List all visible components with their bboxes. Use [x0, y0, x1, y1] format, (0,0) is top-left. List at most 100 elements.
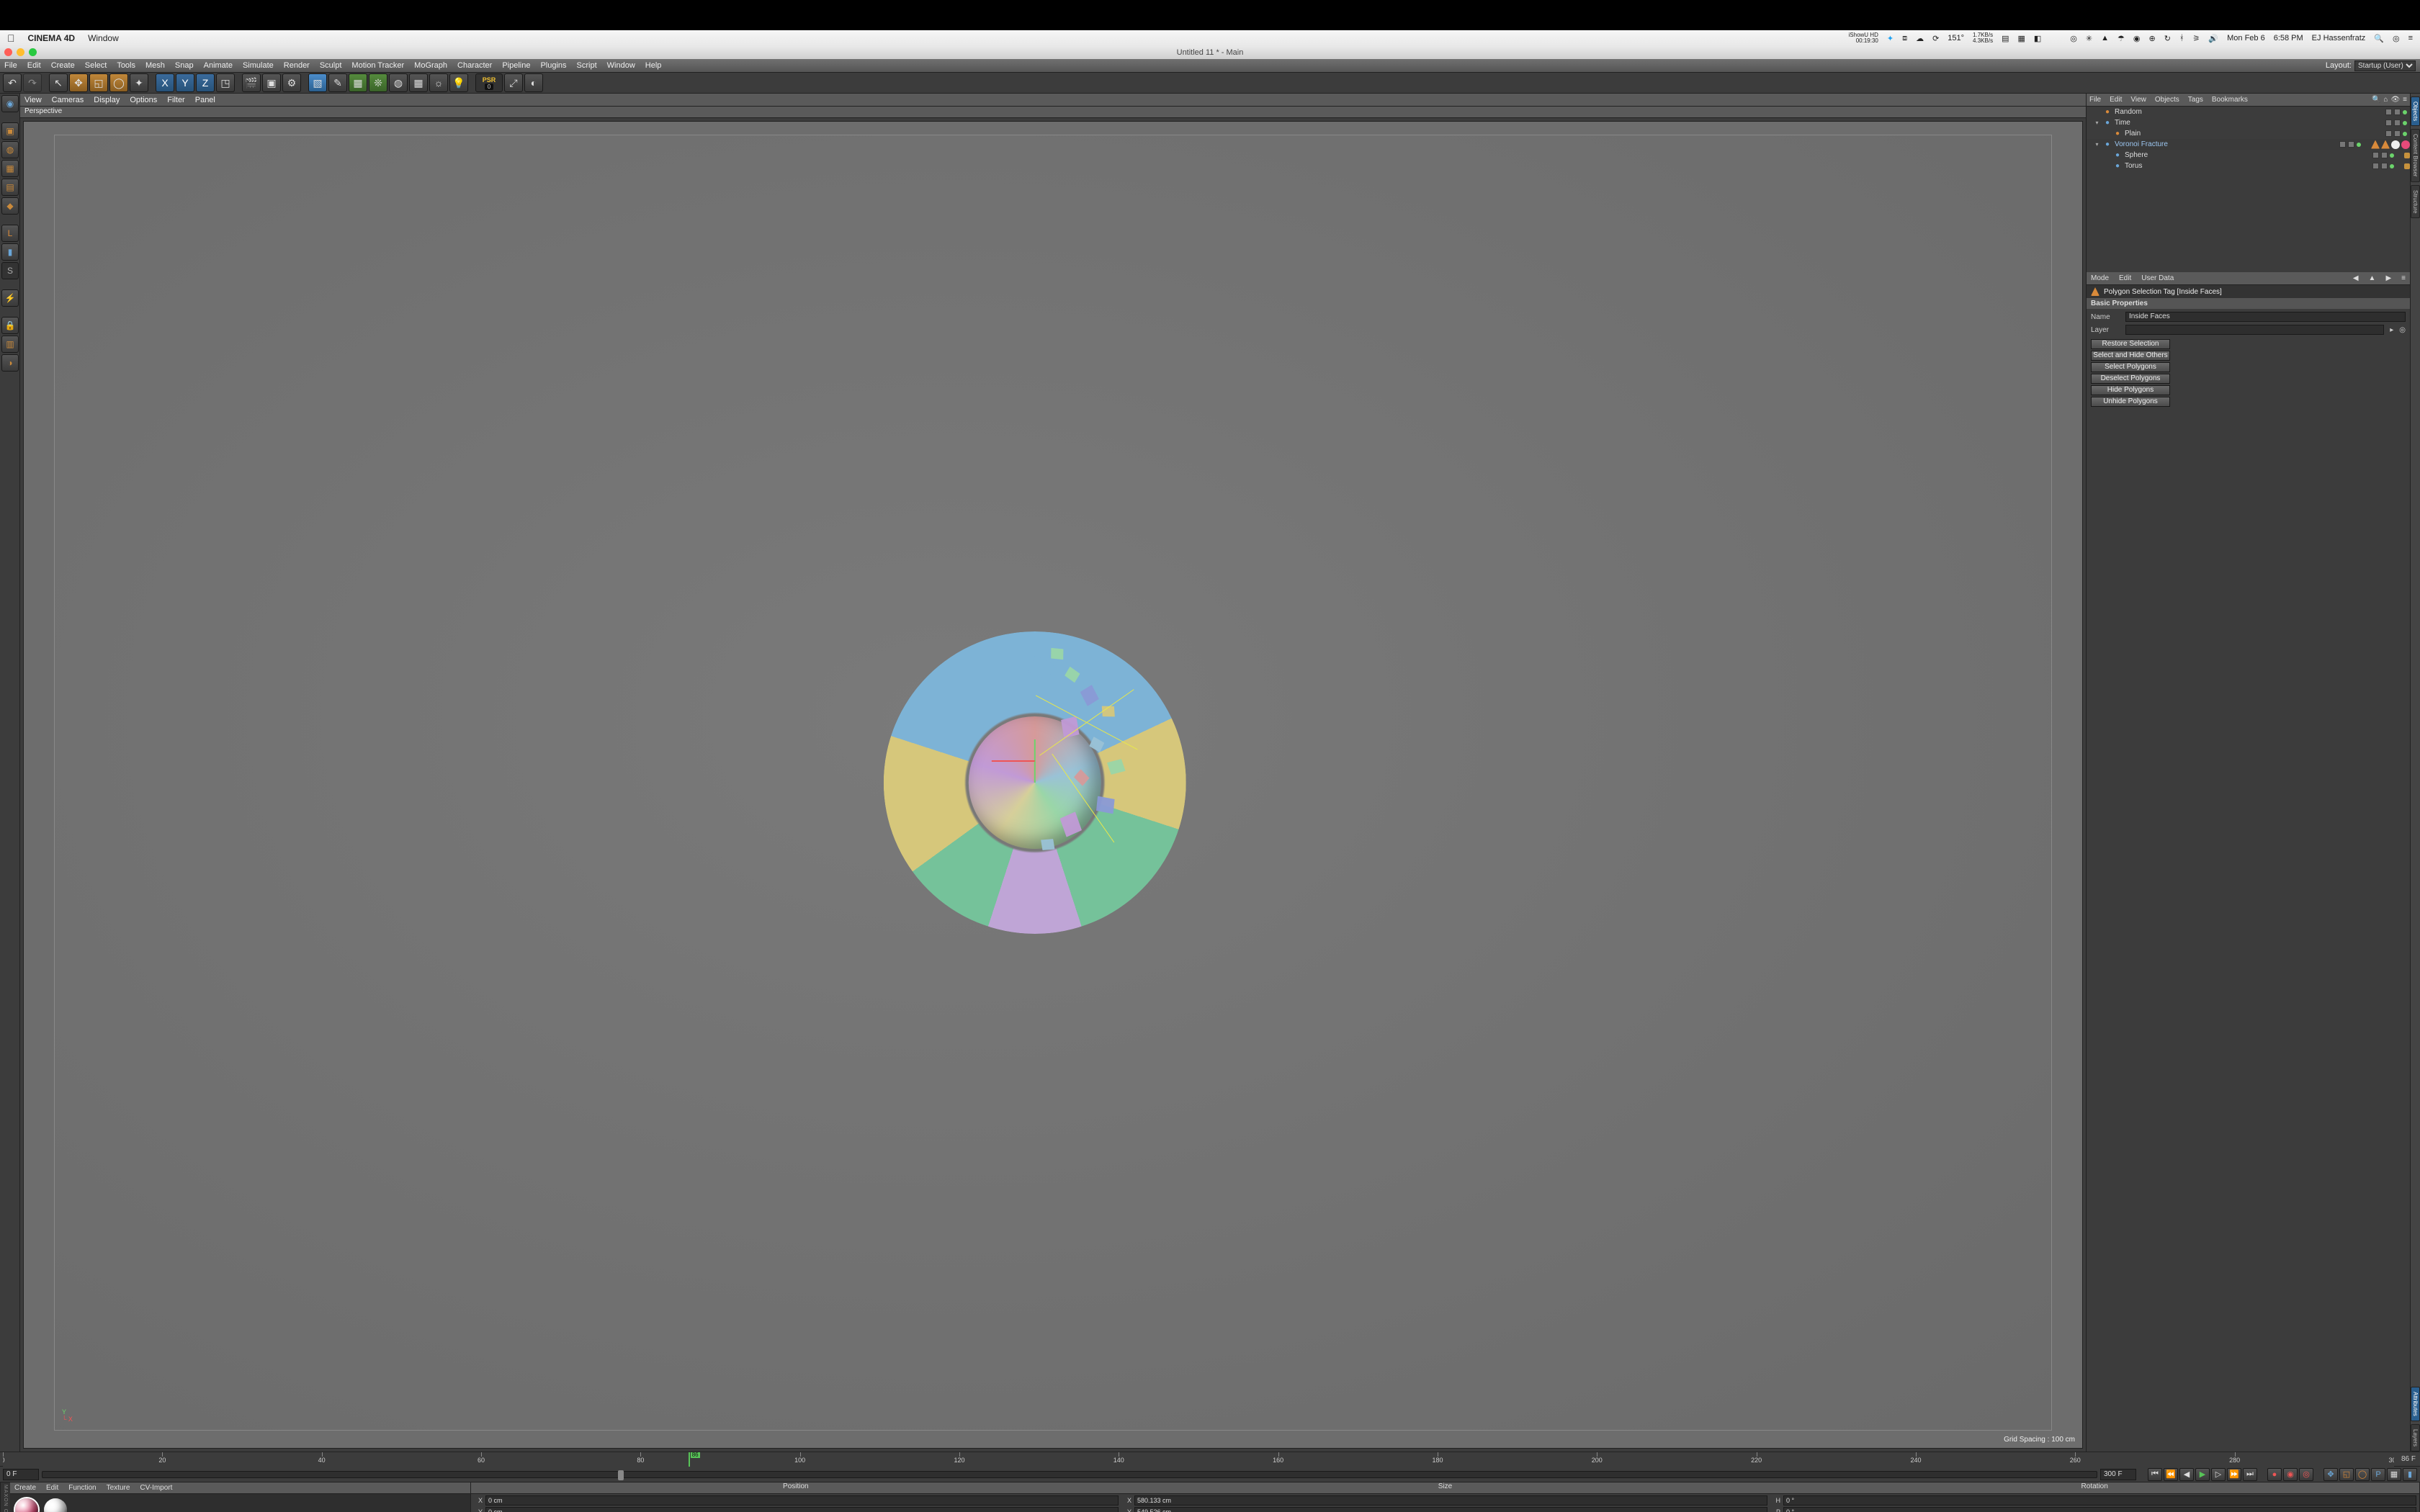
rot-h-field[interactable]: 0 °	[1783, 1495, 2416, 1506]
spotlight-icon[interactable]: 🔍	[2374, 34, 2384, 43]
render-view[interactable]: 🎬	[242, 73, 261, 92]
attr-layer-field[interactable]	[2125, 325, 2384, 335]
menubar-icon-9[interactable]: ◉	[2133, 34, 2141, 43]
menu-script[interactable]: Script	[577, 61, 597, 70]
attr-nav-up[interactable]: ▲	[2369, 274, 2376, 282]
sync-icon[interactable]: ⟳	[1932, 34, 1939, 43]
volume-icon[interactable]: 🔊	[2208, 34, 2218, 43]
add-camera[interactable]: ▦	[409, 73, 428, 92]
prev-key-button[interactable]: ⏪	[2164, 1468, 2178, 1481]
key-rot-button[interactable]: ◯	[2355, 1468, 2370, 1481]
menubar-icon-5[interactable]: ◎	[2070, 34, 2077, 43]
bluetooth-icon[interactable]: ᚼ	[2179, 34, 2184, 42]
viewport[interactable]: Y└ X Grid Spacing : 100 cm	[23, 121, 2083, 1449]
object-name-label[interactable]: Voronoi Fracture	[2115, 140, 2168, 148]
goto-start-button[interactable]: ⏮	[2148, 1468, 2162, 1481]
objmgr-home-icon[interactable]: ⌂	[2383, 96, 2388, 104]
mat-menu-texture[interactable]: Texture	[107, 1484, 130, 1492]
mat-menu-create[interactable]: Create	[14, 1484, 36, 1492]
menu-render[interactable]: Render	[284, 61, 310, 70]
side-tab-content-browser[interactable]: Content Browser	[2411, 129, 2420, 182]
layout-dropdown[interactable]: Startup (User)	[2354, 60, 2416, 71]
objmgr-menu-edit[interactable]: Edit	[2110, 96, 2122, 104]
attr-nav-back[interactable]: ◀	[2353, 274, 2359, 282]
render-region[interactable]: ▣	[262, 73, 281, 92]
menu-character[interactable]: Character	[457, 61, 492, 70]
key-pla-button[interactable]: ▦	[2387, 1468, 2401, 1481]
object-tree[interactable]: ●Random▾●Time●Plain▾●Voronoi Fracture●Sp…	[2087, 107, 2410, 272]
tag-circ-p[interactable]	[2401, 140, 2410, 149]
menubar-clock[interactable]: 6:58 PM	[2274, 34, 2303, 42]
record-button[interactable]: ●	[2267, 1468, 2282, 1481]
tag-tri-o[interactable]	[2371, 140, 2380, 149]
texture-mode[interactable]: ▦	[1, 160, 19, 177]
menu-pipeline[interactable]: Pipeline	[502, 61, 530, 70]
material-swatch[interactable]: Mat.1	[14, 1498, 39, 1512]
object-name-label[interactable]: Sphere	[2125, 151, 2148, 159]
material-preview[interactable]	[15, 1498, 38, 1512]
next-key-button[interactable]: ⏩	[2227, 1468, 2241, 1481]
unhide-polygons-button[interactable]: Unhide Polygons	[2091, 397, 2170, 407]
window-close-button[interactable]	[4, 48, 12, 56]
tree-row[interactable]: ●Plain	[2087, 128, 2410, 139]
apple-menu[interactable]: 	[7, 32, 15, 44]
live-select-tool[interactable]: ↖	[49, 73, 68, 92]
menubar-icon-1[interactable]: ▤	[2002, 34, 2009, 43]
redo-button[interactable]: ↷	[23, 73, 42, 92]
keyframe-sel-button[interactable]: ◎	[2299, 1468, 2313, 1481]
add-primitive[interactable]: ▧	[308, 73, 327, 92]
key-param-button[interactable]: P	[2371, 1468, 2385, 1481]
view-menu-filter[interactable]: Filter	[167, 96, 184, 104]
objmgr-menu-bookmarks[interactable]: Bookmarks	[2212, 96, 2248, 104]
wifi-icon[interactable]: ⚞	[2193, 34, 2200, 43]
attr-nav-fwd[interactable]: ▶	[2385, 274, 2391, 282]
tree-row[interactable]: ●Random	[2087, 107, 2410, 117]
object-tags[interactable]	[2404, 153, 2410, 158]
cloud-icon[interactable]: ☁	[1916, 34, 1924, 43]
side-tab-objects[interactable]: Objects	[2411, 96, 2420, 126]
object-visibility-toggles[interactable]	[2385, 130, 2410, 137]
app-name[interactable]: CINEMA 4D	[28, 33, 76, 43]
objmgr-menu-file[interactable]: File	[2089, 96, 2101, 104]
size-y-field[interactable]: 549.526 cm	[1134, 1507, 1767, 1512]
window-minimize-button[interactable]	[17, 48, 24, 56]
hide-polygons-button[interactable]: Hide Polygons	[2091, 385, 2170, 395]
rot-p-field[interactable]: 0 °	[1783, 1507, 2416, 1512]
view-menu-panel[interactable]: Panel	[195, 96, 215, 104]
object-tags[interactable]	[2371, 140, 2410, 149]
workplane-mode[interactable]: ▤	[1, 179, 19, 196]
pos-y-field[interactable]: 0 cm	[485, 1507, 1119, 1512]
timeline[interactable]: 0204060801001201401601802002202402602803…	[0, 1452, 2420, 1466]
range-slider[interactable]	[42, 1471, 2097, 1478]
misc-tool-2[interactable]: ◐	[524, 73, 543, 92]
side-tab-layers[interactable]: Layers	[2411, 1424, 2420, 1452]
object-mode[interactable]: ◍	[1, 141, 19, 158]
mat-menu-cvimport[interactable]: CV-Import	[140, 1484, 172, 1492]
menu-tools[interactable]: Tools	[117, 61, 135, 70]
y-axis-lock[interactable]: Y	[176, 73, 194, 92]
add-spline[interactable]: ✎	[328, 73, 347, 92]
attr-menu-mode[interactable]: Mode	[2091, 274, 2109, 282]
prev-frame-button[interactable]: ◀	[2179, 1468, 2194, 1481]
undo-button[interactable]: ↶	[3, 73, 22, 92]
autokey-button[interactable]: ◉	[2283, 1468, 2298, 1481]
side-tab-structure[interactable]: Structure	[2411, 185, 2420, 218]
menu-mesh[interactable]: Mesh	[145, 61, 165, 70]
select-polygons-button[interactable]: Select Polygons	[2091, 362, 2170, 372]
notification-center-icon[interactable]: ≡	[2408, 34, 2413, 42]
edge-mode[interactable]: L	[1, 225, 19, 242]
add-tag[interactable]: 💡	[449, 73, 468, 92]
mac-menu-window[interactable]: Window	[88, 33, 119, 43]
psr-reset[interactable]: PSR 0	[475, 73, 503, 92]
x-axis-lock[interactable]: X	[156, 73, 174, 92]
window-zoom-button[interactable]	[29, 48, 37, 56]
move-tool[interactable]: ✥	[69, 73, 88, 92]
add-deformer[interactable]: ❊	[369, 73, 387, 92]
menu-sculpt[interactable]: Sculpt	[320, 61, 342, 70]
uv-mode[interactable]: S	[1, 262, 19, 279]
attr-layer-arrow[interactable]: ▸	[2390, 326, 2393, 334]
weather-temp[interactable]: 151°	[1948, 34, 1964, 42]
menu-simulate[interactable]: Simulate	[243, 61, 274, 70]
tree-toggle[interactable]: ▾	[2094, 141, 2100, 148]
restore-selection-button[interactable]: Restore Selection	[2091, 339, 2170, 349]
